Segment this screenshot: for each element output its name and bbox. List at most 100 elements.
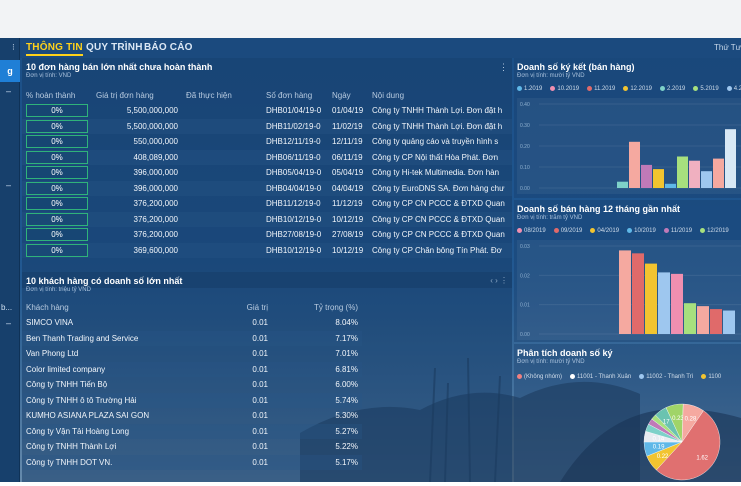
col-header-done[interactable]: Đã thực hiện <box>182 88 262 103</box>
customer-row[interactable]: Color limited company 0.01 6.81% <box>22 361 362 377</box>
chart1-bar[interactable] <box>689 160 700 188</box>
sidebar-collapse-toggle-3[interactable]: – <box>6 318 11 328</box>
chart2-bar[interactable] <box>619 250 631 334</box>
order-value: 5,500,000,000 <box>126 106 178 116</box>
chart2-legend-swatch <box>700 228 706 233</box>
col-header-share[interactable]: Tỷ trọng (%) <box>272 300 362 315</box>
order-row[interactable]: 0% 5,500,000,000 DHB01/04/19-0 01/04/19 Công… <box>22 103 512 119</box>
tab-bao-cao[interactable]: BÁO CÁO <box>144 42 193 53</box>
sidebar-collapse-toggle[interactable]: – <box>6 86 11 96</box>
chart1-bar[interactable] <box>677 156 688 189</box>
chart2-bar[interactable] <box>684 303 696 334</box>
order-row[interactable]: 0% 376,200,000 DHB10/12/19-0 10/12/19 Công t… <box>22 211 512 227</box>
customer-value: 0.01 <box>252 318 268 328</box>
chart1-bar[interactable] <box>725 129 736 188</box>
chart1-bar[interactable] <box>713 158 724 188</box>
sidebar-collapse-toggle-2[interactable]: – <box>6 180 11 190</box>
order-row[interactable]: 0% 396,000,000 DHB04/04/19-0 04/04/19 Công t… <box>22 180 512 196</box>
chart1-bar[interactable] <box>701 171 712 188</box>
chart2-bar[interactable] <box>671 273 683 334</box>
chart2-legend-label: 04/2019 <box>597 228 620 235</box>
customer-name: Van Phong Ltd <box>26 349 79 359</box>
sidebar-active-item[interactable]: g <box>0 60 20 82</box>
chart3-legend-swatch <box>639 374 645 379</box>
order-done <box>182 180 262 196</box>
chart2-bar[interactable] <box>697 306 709 334</box>
customer-row[interactable]: Công ty TNHH Tiến Bộ 0.01 6.00% <box>22 377 362 393</box>
col-header-date[interactable]: Ngày <box>328 88 368 103</box>
customer-share: 6.81% <box>272 361 362 377</box>
monthly-sales-chart-panel: Doanh số bán hàng 12 tháng gần nhất Đơn … <box>514 200 741 342</box>
sidebar-item-truncated[interactable]: b... <box>1 303 12 312</box>
order-value: 408,089,000 <box>92 149 182 165</box>
customers-pager[interactable]: ‹ › ⋮ <box>490 276 508 285</box>
chart2-bar[interactable] <box>658 272 670 334</box>
chart3-legend-label: 1100 <box>708 374 722 381</box>
customer-row[interactable]: SIMCO VINA 0.01 8.04% <box>22 315 362 331</box>
customer-name: Công ty TNHH Thành Lợi <box>26 442 117 452</box>
col-header-pct[interactable]: % hoàn thành <box>22 88 92 103</box>
order-pct-cell: 0% <box>22 196 92 212</box>
order-value: 376,200,000 <box>133 230 179 240</box>
chart2-y-tick-label: 0.00 <box>520 332 530 338</box>
chart3-legend-item: 1100 <box>701 374 725 380</box>
customer-row[interactable]: Ben Thanh Trading and Service 0.01 7.17% <box>22 330 362 346</box>
chart2-bar[interactable] <box>632 253 644 334</box>
customer-name: Công ty Vận Tải Hoàng Long <box>22 423 222 439</box>
nav-menu-icon[interactable]: ⁝ <box>12 42 15 53</box>
customer-name: Color limited company <box>22 361 222 377</box>
order-row[interactable]: 0% 376,200,000 DHB11/12/19-0 11/12/19 Công t… <box>22 196 512 212</box>
chart2-bar[interactable] <box>710 309 722 334</box>
col-header-cust-value[interactable]: Giá trị <box>222 300 272 315</box>
order-row[interactable]: 0% 376,200,000 DHB27/08/19-0 27/08/19 Công t… <box>22 227 512 243</box>
chart2-bar[interactable] <box>645 263 657 334</box>
chart1-bar[interactable] <box>617 181 628 188</box>
chart1-bar[interactable] <box>653 169 664 188</box>
order-date: 11/12/19 <box>332 199 363 209</box>
order-content: Công ty CP CN PCCC & ĐTXD Quan <box>372 230 505 240</box>
chart1-bar[interactable] <box>641 164 652 188</box>
customer-row[interactable]: Công ty TNHH ô tô Trường Hải 0.01 5.74% <box>22 392 362 408</box>
chart1-bar[interactable] <box>629 141 640 188</box>
order-row[interactable]: 0% 550,000,000 DHB12/11/19-0 12/11/19 Công t… <box>22 134 512 150</box>
customer-row[interactable]: Công ty TNHH DOT VN. 0.01 5.17% <box>22 454 362 470</box>
customer-share: 6.00% <box>335 380 358 390</box>
tab-thong-tin[interactable]: THÔNG TIN <box>26 42 83 56</box>
chart2-legend-label: 09/2019 <box>560 228 583 235</box>
order-content: Công ty CP CN PCCC & ĐTXD Quan <box>372 199 505 209</box>
chart1-y-tick-label: 0.10 <box>520 165 530 171</box>
col-header-customer[interactable]: Khách hàng <box>22 300 222 315</box>
customer-row[interactable]: Van Phong Ltd 0.01 7.01% <box>22 346 362 362</box>
chart3-slice-label: 0.14 <box>653 436 665 442</box>
chart2-bar[interactable] <box>723 310 735 334</box>
chart2-legend-item: 08/2019 <box>517 228 550 234</box>
customer-row[interactable]: Công ty Vận Tải Hoàng Long 0.01 5.27% <box>22 423 362 439</box>
customer-share: 5.30% <box>335 411 358 421</box>
order-row[interactable]: 0% 369,600,000 DHB10/12/19-0 10/12/19 Công t… <box>22 242 512 258</box>
customer-row[interactable]: KUMHO ASIANA PLAZA SAI GON 0.01 5.30% <box>22 408 362 424</box>
order-row[interactable]: 0% 408,089,000 DHB06/11/19-0 06/11/19 Công t… <box>22 149 512 165</box>
chart1-legend-item: 1.2019 <box>517 86 546 92</box>
order-pct-cell: 0% <box>22 149 92 165</box>
tab-quy-trinh[interactable]: QUY TRÌNH <box>86 42 143 53</box>
order-row[interactable]: 0% 396,000,000 DHB05/04/19-0 05/04/19 Công t… <box>22 165 512 181</box>
order-code: DHB10/12/19-0 <box>262 242 328 258</box>
chart2-subtitle: Đơn vị tính: trăm tỷ VND <box>517 215 583 221</box>
top-customers-panel: 10 khách hàng có doanh số lớn nhất Đơn v… <box>22 272 512 482</box>
col-header-value[interactable]: Giá trị đơn hàng <box>92 88 182 103</box>
order-row[interactable]: 0% 5,500,000,000 DHB11/02/19-0 11/02/19 Công… <box>22 118 512 134</box>
left-sidebar: g – – b... – <box>0 38 20 482</box>
chart2-y-tick-label: 0.02 <box>520 273 530 279</box>
chart3-slice-label: 0.22 <box>657 454 669 460</box>
col-header-code[interactable]: Số đơn hàng <box>262 88 328 103</box>
order-pct: 0% <box>26 243 88 257</box>
chart3-slice-label: 17 <box>663 420 670 426</box>
order-pct-cell: 0% <box>22 180 92 196</box>
chart1-bar[interactable] <box>665 183 676 188</box>
customer-row[interactable]: Công ty TNHH Thành Lợi 0.01 5.22% <box>22 439 362 455</box>
order-pct-cell: 0% <box>22 118 92 134</box>
order-done <box>182 134 262 150</box>
order-date: 10/12/19 <box>328 211 368 227</box>
col-header-content[interactable]: Nội dung <box>368 88 512 103</box>
orders-menu-icon[interactable]: ⋮ <box>499 62 508 73</box>
